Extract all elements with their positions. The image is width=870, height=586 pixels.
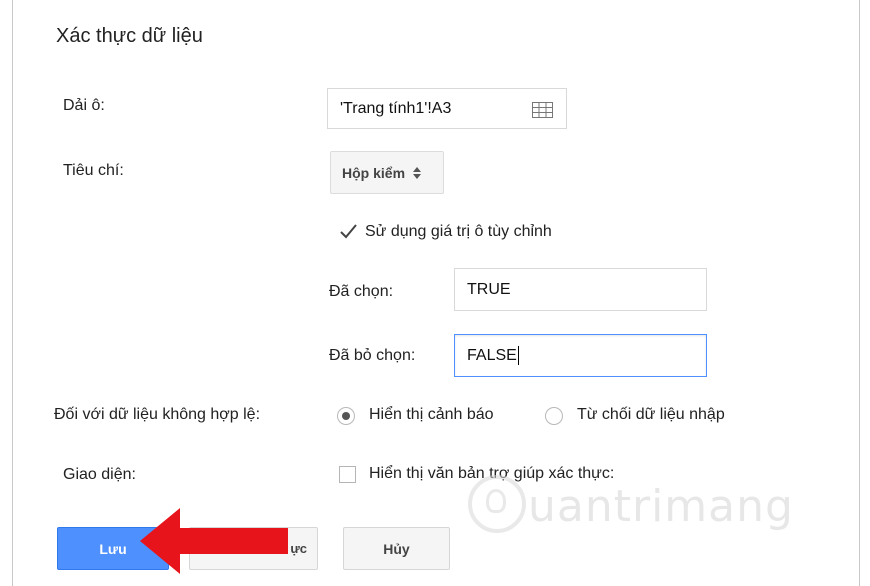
cancel-button[interactable]: Hủy (343, 527, 450, 570)
help-text-checkbox[interactable] (339, 466, 356, 483)
checked-value-input[interactable]: TRUE (454, 268, 707, 311)
grid-select-icon[interactable] (532, 102, 553, 118)
updown-arrows-icon (413, 166, 422, 179)
checked-value-label: Đã chọn: (329, 283, 394, 300)
remove-validation-label: ực (290, 541, 307, 556)
watermark-text: uantrimang (528, 481, 794, 532)
criteria-label: Tiêu chí: (63, 162, 124, 179)
radio-reject-input[interactable] (545, 407, 563, 425)
radio-reject-input-label[interactable]: Từ chối dữ liệu nhập (577, 406, 725, 424)
radio-show-warning-label[interactable]: Hiển thị cảnh báo (369, 406, 494, 424)
unchecked-value-input[interactable]: FALSE (454, 334, 707, 377)
quantrimang-watermark: uantrimang (458, 455, 808, 575)
criteria-select[interactable]: Hộp kiểm (330, 151, 444, 194)
appearance-label: Giao diện: (63, 466, 136, 483)
range-value: 'Trang tính1'!A3 (340, 99, 452, 117)
text-cursor (517, 346, 519, 365)
dialog-title: Xác thực dữ liệu (56, 25, 203, 47)
unchecked-value-text: FALSE (467, 346, 517, 364)
range-input[interactable]: 'Trang tính1'!A3 (327, 88, 567, 129)
custom-values-label: Sử dụng giá trị ô tùy chỉnh (365, 223, 552, 240)
criteria-selected-value: Hộp kiểm (342, 164, 406, 181)
unchecked-value-label: Đã bỏ chọn: (329, 347, 416, 364)
radio-show-warning[interactable] (337, 407, 355, 425)
lightbulb-icon (486, 489, 506, 513)
custom-values-checkbox[interactable] (338, 222, 360, 242)
red-arrow-annotation (140, 508, 288, 574)
invalid-data-label: Đối với dữ liệu không hợp lệ: (54, 406, 261, 423)
range-label: Dải ô: (63, 97, 105, 114)
checked-value-text: TRUE (467, 280, 511, 298)
